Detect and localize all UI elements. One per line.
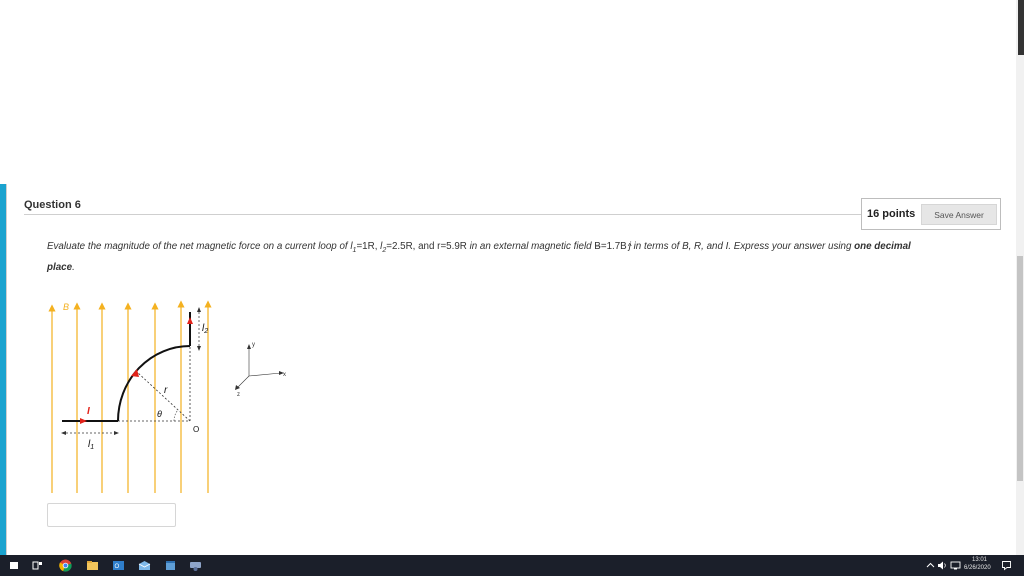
page-scrollbar-thumb[interactable] <box>1017 256 1023 481</box>
task-view-icon[interactable] <box>31 559 44 572</box>
chevron-up-icon[interactable] <box>926 561 935 570</box>
page-scrollbar-top[interactable] <box>1018 0 1024 55</box>
magnetic-field-lines <box>48 300 212 493</box>
axis-y-label: y <box>252 342 255 348</box>
network-icon[interactable] <box>950 560 961 571</box>
clock-time[interactable]: 13:01 <box>972 557 987 563</box>
current-loop-diagram: B I r θ O l1 l2 y x z <box>48 300 286 493</box>
volume-icon[interactable] <box>937 560 948 571</box>
origin-label: O <box>193 425 199 434</box>
question-left-border <box>6 184 7 555</box>
points-label: 16 points <box>867 208 916 220</box>
question-divider <box>24 214 862 215</box>
mail-icon[interactable] <box>138 559 151 572</box>
question-title: Question 6 <box>24 199 81 211</box>
notification-icon[interactable] <box>1001 560 1012 571</box>
clock-date[interactable]: 6/26/2020 <box>964 565 991 571</box>
emphasis-text: one decimal <box>854 241 911 252</box>
current-arrow-3 <box>187 317 193 324</box>
theta-label: θ <box>157 409 162 419</box>
windows-taskbar <box>0 555 1024 576</box>
axis-x-label: x <box>283 372 286 378</box>
file-explorer-icon[interactable] <box>86 559 99 572</box>
coordinate-axes: y x z <box>235 342 286 398</box>
calendar-icon[interactable] <box>164 559 177 572</box>
field-label-b: B <box>63 302 69 312</box>
current-label: I <box>87 406 90 417</box>
teams-icon[interactable] <box>189 559 202 572</box>
save-answer-button[interactable]: Save Answer <box>921 204 997 225</box>
question-text: Evaluate the magnitude of the net magnet… <box>47 241 911 254</box>
axis-z-label: z <box>237 392 240 398</box>
radius-label: r <box>164 385 168 396</box>
l2-label: l2 <box>202 323 208 335</box>
svg-text:O: O <box>115 564 120 570</box>
windows-start-icon[interactable] <box>8 559 21 572</box>
l1-label: l1 <box>88 439 94 451</box>
answer-input[interactable] <box>47 503 176 527</box>
current-loop <box>62 312 191 422</box>
outlook-icon[interactable]: O <box>112 559 125 572</box>
current-arrow-1 <box>80 418 87 424</box>
question-text-line2: place. <box>47 262 75 273</box>
chrome-icon[interactable] <box>59 559 72 572</box>
